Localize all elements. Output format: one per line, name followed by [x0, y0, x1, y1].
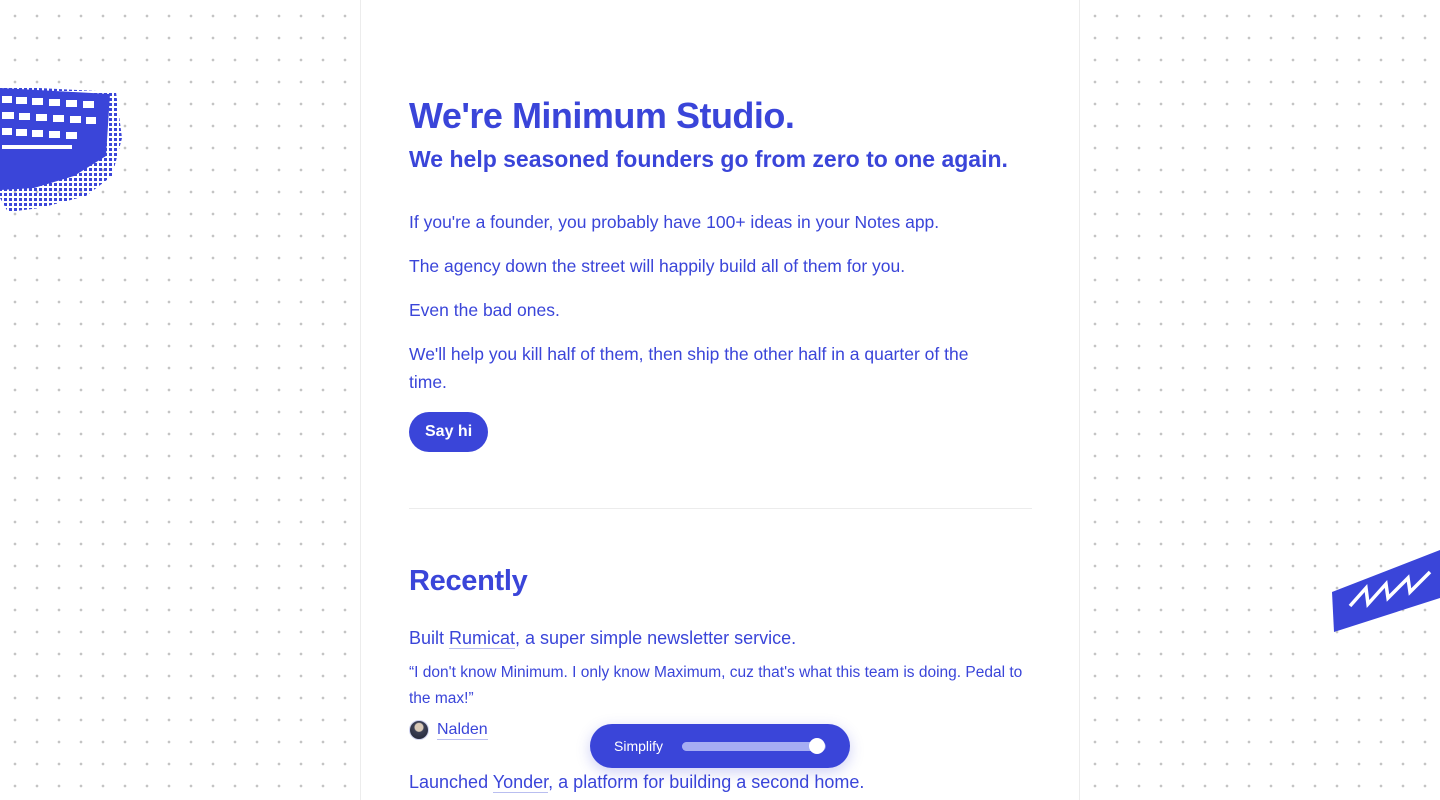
intro-paragraph-2: The agency down the street will happily … [409, 256, 906, 276]
yonder-link[interactable]: Yonder [492, 772, 549, 793]
intro-paragraph-4: We'll help you kill half of them, then s… [409, 344, 969, 392]
testimonial-quote: “I don't know Minimum. I only know Maxim… [409, 664, 1023, 707]
author-link[interactable]: Nalden [437, 721, 488, 740]
intro-paragraph-3: Even the bad ones. [409, 300, 560, 320]
avatar [409, 720, 429, 740]
recent-item-prefix: Built [409, 628, 450, 648]
testimonial-author: Nalden [409, 720, 488, 740]
intro-paragraph-1: If you're a founder, you probably have 1… [409, 212, 940, 232]
page-title: We're Minimum Studio. [409, 95, 795, 136]
simplify-control: Simplify [590, 724, 850, 768]
page-subtitle: We help seasoned founders go from zero t… [409, 146, 1008, 172]
dot-grid-right [1080, 0, 1440, 800]
recent-item-suffix: , a platform for building a second home. [548, 772, 865, 792]
simplify-slider[interactable] [682, 737, 826, 754]
say-hi-button[interactable]: Say hi [409, 412, 489, 452]
recently-heading: Recently [409, 565, 528, 597]
rumicat-link[interactable]: Rumicat [449, 628, 516, 649]
page: We're Minimum Studio. We help seasoned f… [0, 0, 1440, 800]
simplify-slider-fill [682, 741, 818, 751]
recent-item-suffix: , a super simple newsletter service. [515, 628, 797, 648]
simplify-label: Simplify [614, 738, 664, 754]
recent-item-rumicat: Built Rumicat, a super simple newsletter… [409, 628, 1034, 649]
section-divider [409, 508, 1032, 509]
recent-item-yonder: Launched Yonder, a platform for building… [409, 772, 1034, 793]
pixel-keyboard-icon [0, 86, 122, 212]
simplify-slider-thumb[interactable] [809, 737, 826, 754]
zigzag-stroke-icon [1332, 550, 1440, 632]
recent-item-prefix: Launched [409, 772, 493, 792]
